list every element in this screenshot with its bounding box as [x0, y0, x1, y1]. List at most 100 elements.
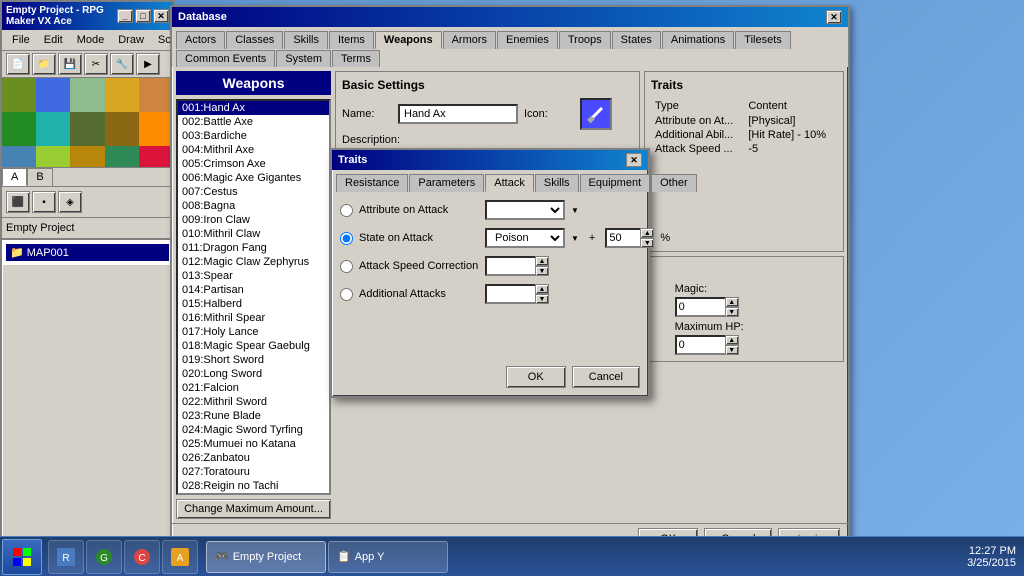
weapon-item-009[interactable]: 009:Iron Claw — [178, 213, 329, 227]
weapon-item-023[interactable]: 023:Rune Blade — [178, 409, 329, 423]
additional-attacks-input[interactable] — [485, 284, 535, 304]
tree-item-map001[interactable]: 📁 MAP001 — [6, 244, 169, 261]
trait-row-3[interactable]: Attack Speed ... -5 — [651, 142, 837, 156]
taskbar-icon-3[interactable]: C — [124, 540, 160, 574]
icon-selector[interactable] — [580, 98, 612, 130]
weapon-item-011[interactable]: 011:Dragon Fang — [178, 241, 329, 255]
toolbar-btn-2[interactable]: 📁 — [32, 53, 56, 75]
magic-spin-down[interactable]: ▼ — [725, 307, 739, 317]
taskbar-app-rpgmaker[interactable]: 🎮 Empty Project — [206, 541, 326, 573]
name-input[interactable] — [398, 104, 518, 124]
percent-spin-down[interactable]: ▼ — [640, 238, 654, 248]
tab-classes[interactable]: Classes — [226, 31, 283, 49]
tab-enemies[interactable]: Enemies — [497, 31, 558, 49]
modal-close-button[interactable]: ✕ — [626, 153, 642, 167]
weapon-item-020[interactable]: 020:Long Sword — [178, 367, 329, 381]
magic-spin-up[interactable]: ▲ — [725, 297, 739, 307]
weapon-item-013[interactable]: 013:Spear — [178, 269, 329, 283]
modal-ok-button[interactable]: OK — [506, 366, 566, 388]
toolbar-btn-3[interactable]: 💾 — [58, 53, 82, 75]
weapon-item-022[interactable]: 022:Mithril Sword — [178, 395, 329, 409]
taskbar-icon-2[interactable]: G — [86, 540, 122, 574]
tab-armors[interactable]: Armors — [443, 31, 496, 49]
tile-15[interactable] — [139, 146, 173, 167]
percent-spin-up[interactable]: ▲ — [640, 228, 654, 238]
restore-button[interactable]: □ — [135, 9, 151, 23]
map-tool-1[interactable]: ⬛ — [6, 191, 30, 213]
tab-weapons[interactable]: Weapons — [375, 31, 442, 49]
modal-tab-resistance[interactable]: Resistance — [336, 174, 408, 192]
weapon-item-026[interactable]: 026:Zanbatou — [178, 451, 329, 465]
tab-troops[interactable]: Troops — [559, 31, 611, 49]
state-attack-radio[interactable] — [340, 232, 353, 245]
map-tool-3[interactable]: ◈ — [58, 191, 82, 213]
weapon-item-017[interactable]: 017:Holy Lance — [178, 325, 329, 339]
taskbar-icon-1[interactable]: R — [48, 540, 84, 574]
max-hp-spin-down[interactable]: ▼ — [725, 345, 739, 355]
weapon-item-028[interactable]: 028:Reigin no Tachi — [178, 479, 329, 493]
tile-13[interactable] — [70, 146, 104, 167]
modal-tab-parameters[interactable]: Parameters — [409, 174, 484, 192]
toolbar-btn-4[interactable]: ✂ — [84, 53, 108, 75]
weapon-item-002[interactable]: 002:Battle Axe — [178, 115, 329, 129]
modal-cancel-button[interactable]: Cancel — [572, 366, 640, 388]
weapon-item-003[interactable]: 003:Bardiche — [178, 129, 329, 143]
tab-common-events[interactable]: Common Events — [176, 50, 275, 67]
attack-speed-input[interactable] — [485, 256, 535, 276]
toolbar-btn-6[interactable]: ▶ — [136, 53, 160, 75]
tab-a[interactable]: A — [2, 168, 27, 186]
weapon-item-018[interactable]: 018:Magic Spear Gaebulg — [178, 339, 329, 353]
trait-row-2[interactable]: Additional Abil... [Hit Rate] - 10% — [651, 128, 837, 142]
weapon-item-021[interactable]: 021:Falcion — [178, 381, 329, 395]
tab-states[interactable]: States — [612, 31, 661, 49]
weapon-item-005[interactable]: 005:Crimson Axe — [178, 157, 329, 171]
weapon-item-012[interactable]: 012:Magic Claw Zephyrus — [178, 255, 329, 269]
tile-9[interactable] — [105, 112, 139, 146]
weapon-item-027[interactable]: 027:Toratouru — [178, 465, 329, 479]
toolbar-btn-1[interactable]: 📄 — [6, 53, 30, 75]
tab-animations[interactable]: Animations — [662, 31, 734, 49]
db-close-button[interactable]: ✕ — [826, 10, 842, 24]
tab-actors[interactable]: Actors — [176, 31, 225, 49]
max-hp-spin-up[interactable]: ▲ — [725, 335, 739, 345]
tile-4[interactable] — [105, 78, 139, 112]
additional-attacks-spin-up[interactable]: ▲ — [535, 284, 549, 294]
max-hp-input[interactable] — [675, 335, 725, 355]
additional-attacks-spin-down[interactable]: ▼ — [535, 294, 549, 304]
taskbar-icon-4[interactable]: A — [162, 540, 198, 574]
percent-input[interactable] — [605, 228, 640, 248]
menu-file[interactable]: File — [6, 32, 36, 48]
weapon-item-008[interactable]: 008:Bagna — [178, 199, 329, 213]
attack-speed-radio[interactable] — [340, 260, 353, 273]
modal-tab-equipment[interactable]: Equipment — [580, 174, 651, 192]
tab-items[interactable]: Items — [329, 31, 374, 49]
state-attack-select[interactable]: Poison — [485, 228, 565, 248]
attack-speed-spin-down[interactable]: ▼ — [535, 266, 549, 276]
weapon-item-006[interactable]: 006:Magic Axe Gigantes — [178, 171, 329, 185]
additional-attacks-radio[interactable] — [340, 288, 353, 301]
tile-14[interactable] — [105, 146, 139, 167]
tab-tilesets[interactable]: Tilesets — [735, 31, 791, 49]
close-button[interactable]: ✕ — [153, 9, 169, 23]
tab-skills[interactable]: Skills — [284, 31, 328, 49]
menu-edit[interactable]: Edit — [38, 32, 69, 48]
map-tool-2[interactable]: ▪ — [32, 191, 56, 213]
modal-tab-attack[interactable]: Attack — [485, 174, 534, 192]
modal-tab-other[interactable]: Other — [651, 174, 697, 192]
minimize-button[interactable]: _ — [117, 9, 133, 23]
tab-terms[interactable]: Terms — [332, 50, 380, 67]
tile-12[interactable] — [36, 146, 70, 167]
tab-b[interactable]: B — [27, 168, 52, 186]
weapon-item-016[interactable]: 016:Mithril Spear — [178, 311, 329, 325]
attack-speed-spin-up[interactable]: ▲ — [535, 256, 549, 266]
tile-3[interactable] — [70, 78, 104, 112]
menu-draw[interactable]: Draw — [112, 32, 150, 48]
tile-1[interactable] — [2, 78, 36, 112]
tile-8[interactable] — [70, 112, 104, 146]
weapon-item-007[interactable]: 007:Cestus — [178, 185, 329, 199]
weapons-list[interactable]: 001:Hand Ax 002:Battle Axe 003:Bardiche … — [176, 99, 331, 495]
attr-attack-select[interactable] — [485, 200, 565, 220]
weapon-item-004[interactable]: 004:Mithril Axe — [178, 143, 329, 157]
weapon-item-015[interactable]: 015:Halberd — [178, 297, 329, 311]
toolbar-btn-5[interactable]: 🔧 — [110, 53, 134, 75]
